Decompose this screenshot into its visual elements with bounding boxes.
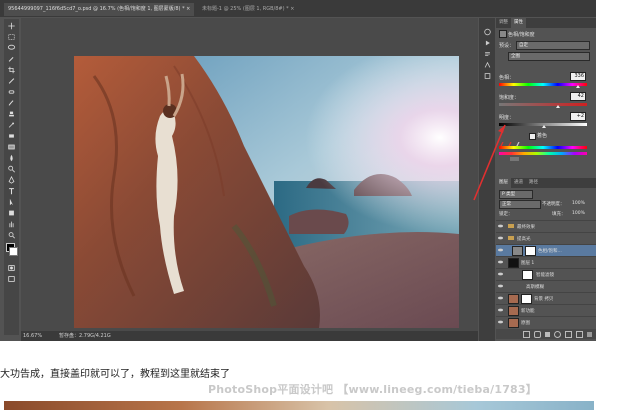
annotation-arrow bbox=[473, 124, 506, 201]
next-image-strip bbox=[4, 401, 594, 410]
watermark-text: PhotoShop平面设计吧 【www.lineeg.com/tieba/178… bbox=[208, 383, 537, 396]
tutorial-caption: 大功告成，直接盖印就可以了，教程到这里就结束了 bbox=[0, 369, 230, 380]
